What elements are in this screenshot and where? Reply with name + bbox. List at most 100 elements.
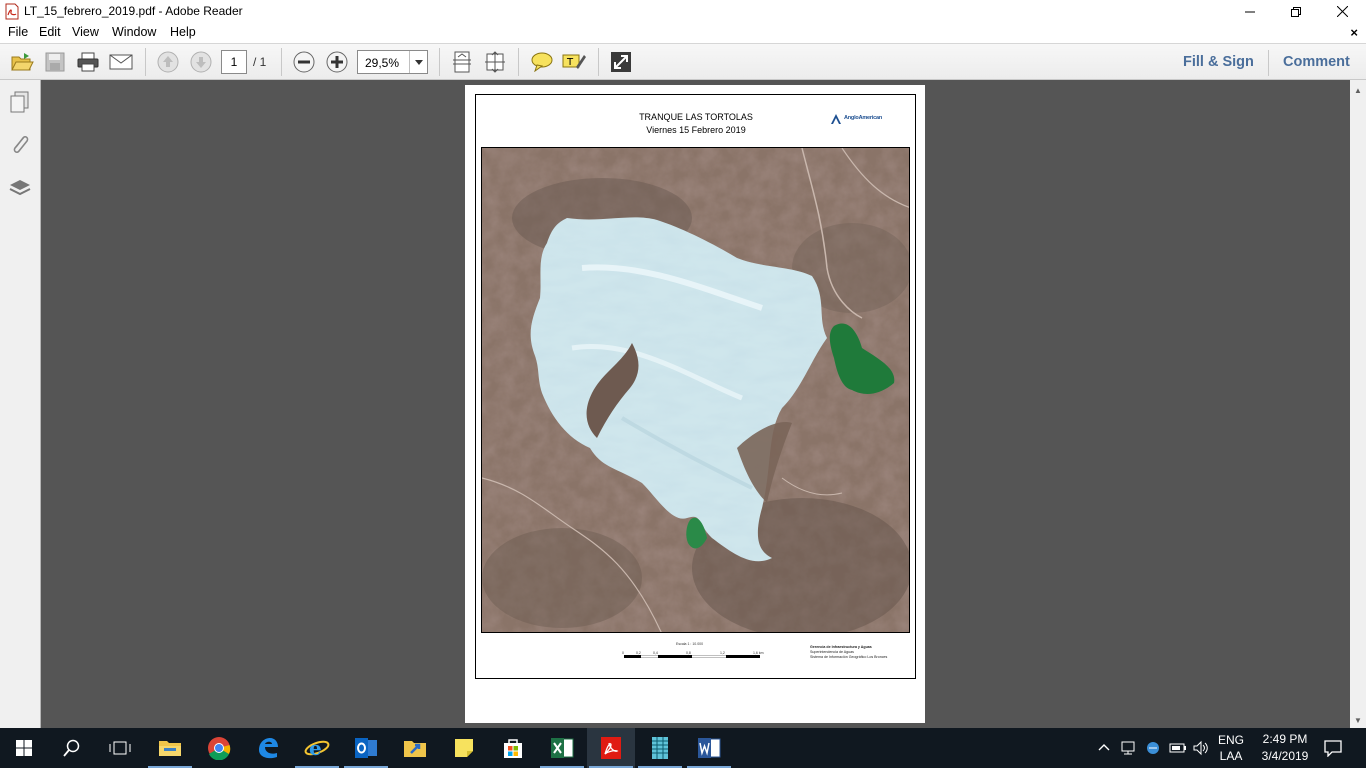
notification-icon[interactable] [1324,739,1342,757]
page-total: / 1 [253,55,267,69]
clock-time[interactable]: 2:49 PM [1254,732,1316,746]
folder-icon [159,741,181,756]
file-manager-app[interactable] [391,728,439,768]
zoom-out-button[interactable] [291,50,317,74]
fit-page-button[interactable] [449,50,475,74]
folder-arrow-icon [404,741,426,757]
arrow-down-icon [190,51,212,73]
window-title: LT_15_febrero_2019.pdf - Adobe Reader [24,4,243,18]
chevron-up-icon[interactable] [1098,742,1110,752]
search-button[interactable] [48,728,96,768]
arrow-up-icon [157,51,179,73]
fill-and-sign-button[interactable]: Fill & Sign [1183,54,1254,70]
windows-logo-icon [16,740,32,756]
vertical-scrollbar[interactable]: ▲ ▼ [1350,80,1366,728]
next-page-button[interactable] [188,50,214,74]
close-document-button[interactable]: × [1350,25,1358,40]
minimize-icon [1245,11,1255,12]
comment-bubble-icon [531,52,553,72]
svg-text:e: e [309,736,322,760]
vpn-icon[interactable] [1144,740,1164,756]
file-explorer-app[interactable] [146,728,194,768]
excel-icon [551,738,574,758]
minimize-button[interactable] [1227,0,1273,23]
map-credits: Gerencia de Infraestructura y Aguas Supe… [810,645,887,660]
svg-text:T: T [566,57,574,68]
word-app[interactable] [685,728,733,768]
search-icon [63,739,80,757]
restore-button[interactable] [1273,0,1319,23]
open-folder-icon [11,53,34,71]
print-button[interactable] [75,50,101,74]
scale-label: Escala 1 : 10.000 [676,642,704,646]
toolbar-separator [598,48,599,76]
battery-icon[interactable] [1168,740,1188,756]
chevron-down-icon [414,59,423,65]
fit-width-icon [485,51,505,73]
store-app[interactable] [489,728,537,768]
excel-app[interactable] [538,728,586,768]
restore-icon [1291,6,1301,17]
page-thumbnails-icon[interactable] [8,90,32,114]
page-number-input[interactable]: 1 [221,50,247,74]
task-view-button[interactable] [96,728,144,768]
zoom-value: 29,5% [365,56,400,70]
previous-page-button[interactable] [155,50,181,74]
toolbar-separator [1268,50,1269,76]
taskbar: e ENG LAA 2:49 PM 3/4/2019 [0,728,1366,768]
toolbar: 1 / 1 29,5% T Fill & Sign Comment [0,43,1366,80]
sticky-note-button[interactable] [529,50,555,74]
adobe-reader-app[interactable] [587,728,635,768]
email-button[interactable] [108,50,134,74]
clock-date[interactable]: 3/4/2019 [1254,749,1316,763]
zoom-select[interactable]: 29,5% [357,50,428,74]
toolbar-separator [518,48,519,76]
dropdown-button[interactable] [409,51,427,73]
scroll-down-icon[interactable]: ▼ [1354,716,1362,725]
volume-icon[interactable] [1192,740,1210,756]
menu-file[interactable]: File [8,25,28,39]
anglo-american-logo: AngloAmerican [830,113,890,125]
fit-width-button[interactable] [482,50,508,74]
map-frame: TRANQUE LAS TORTOLAS Viernes 15 Febrero … [475,94,916,679]
full-screen-button[interactable] [608,50,634,74]
toolbar-separator [145,48,146,76]
adobe-reader-icon [601,737,621,759]
language-indicator[interactable]: ENG [1216,733,1246,747]
edge-app[interactable] [244,728,292,768]
title-bar: LT_15_febrero_2019.pdf - Adobe Reader [0,0,1366,23]
menu-help[interactable]: Help [170,25,196,39]
chrome-app[interactable] [195,728,243,768]
spreadsheet-app[interactable] [636,728,684,768]
keyboard-layout[interactable]: LAA [1216,749,1246,763]
menu-bar: File Edit View Window Help × [0,23,1366,43]
task-view-icon [109,741,131,755]
outlook-icon [355,738,377,758]
word-icon [698,738,721,758]
sticky-notes-app[interactable] [440,728,488,768]
logo-text: AngloAmerican [844,115,883,121]
shopping-bag-icon [504,739,522,758]
attachment-icon[interactable] [8,133,32,157]
printer-icon [77,52,99,72]
highlight-text-button[interactable]: T [561,50,587,74]
start-button[interactable] [0,728,48,768]
scale-bar [624,655,760,658]
toolbar-separator [281,48,282,76]
menu-edit[interactable]: Edit [39,25,61,39]
save-button[interactable] [42,50,68,74]
map-date: Viernes 15 Febrero 2019 [646,125,746,135]
fit-page-icon [453,51,471,73]
menu-view[interactable]: View [72,25,99,39]
zoom-in-button[interactable] [324,50,350,74]
open-button[interactable] [9,50,35,74]
scroll-up-icon[interactable]: ▲ [1354,86,1362,95]
plus-circle-icon [326,51,348,73]
network-icon[interactable] [1120,740,1138,756]
internet-explorer-app[interactable]: e [293,728,341,768]
menu-window[interactable]: Window [112,25,156,39]
layers-icon[interactable] [8,176,32,200]
outlook-app[interactable] [342,728,390,768]
comment-button[interactable]: Comment [1283,54,1350,70]
close-button[interactable] [1319,0,1365,23]
